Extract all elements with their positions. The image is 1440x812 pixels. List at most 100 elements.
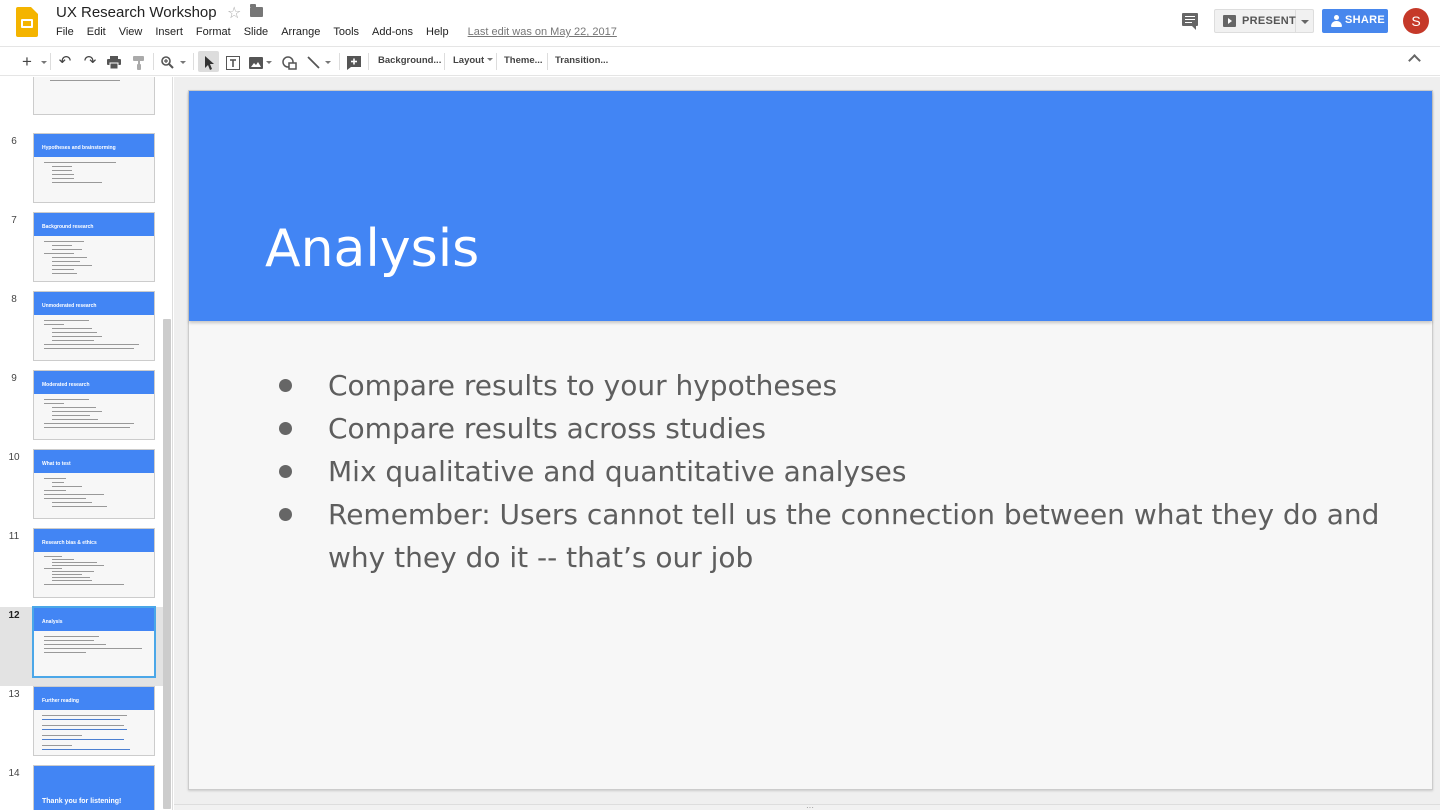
toolbar-divider xyxy=(153,53,154,70)
theme-button[interactable]: Theme... xyxy=(504,55,543,66)
shape-icon[interactable] xyxy=(279,51,299,72)
thumbnail-preview: What to test xyxy=(33,449,155,519)
comments-icon[interactable] xyxy=(1182,13,1198,30)
slide-number: 14 xyxy=(8,768,20,779)
thumbnail-preview: Analysis xyxy=(32,606,156,678)
slide-title-band: Analysis xyxy=(189,91,1432,321)
menu-edit[interactable]: Edit xyxy=(87,26,106,38)
menu-slide[interactable]: Slide xyxy=(244,26,268,38)
speaker-notes-handle[interactable]: ··· xyxy=(174,804,1440,812)
slide-thumbnail-8[interactable]: 8 Unmoderated research xyxy=(0,291,163,370)
thumbnail-preview: Further reading xyxy=(33,686,155,756)
slide-number: 7 xyxy=(11,215,17,226)
slide-number: 12 xyxy=(8,610,20,621)
share-button[interactable]: SHARE xyxy=(1322,9,1388,33)
new-slide-icon[interactable]: + xyxy=(18,51,36,72)
account-avatar[interactable]: S xyxy=(1403,8,1429,34)
menu-insert[interactable]: Insert xyxy=(155,26,183,38)
undo-icon[interactable]: ↶ xyxy=(55,51,75,72)
menu-help[interactable]: Help xyxy=(426,26,449,38)
background-button[interactable]: Background... xyxy=(378,55,441,66)
slides-logo-icon[interactable] xyxy=(16,7,38,37)
text-box-icon[interactable] xyxy=(223,51,243,72)
slide-canvas: Analysis Compare results to your hypothe… xyxy=(174,77,1440,810)
present-icon xyxy=(1223,15,1236,27)
image-dropdown[interactable] xyxy=(265,51,273,72)
present-label: PRESENT xyxy=(1242,15,1297,27)
menu-format[interactable]: Format xyxy=(196,26,231,38)
slide-title[interactable]: Analysis xyxy=(265,219,479,279)
slide-body[interactable]: Compare results to your hypotheses Compa… xyxy=(277,364,1387,579)
redo-icon[interactable]: ↷ xyxy=(80,51,100,72)
slide-thumbnail-6[interactable]: 6 Hypotheses and brainstorming xyxy=(0,133,163,212)
folder-icon[interactable] xyxy=(250,4,263,17)
filmstrip-scrollbar[interactable] xyxy=(163,319,171,809)
layout-button[interactable]: Layout xyxy=(453,55,493,66)
menu-view[interactable]: View xyxy=(119,26,143,38)
zoom-dropdown[interactable] xyxy=(178,51,188,72)
menu-addons[interactable]: Add-ons xyxy=(372,26,413,38)
line-dropdown[interactable] xyxy=(323,51,333,72)
bullet-item: Mix qualitative and quantitative analyse… xyxy=(277,450,1387,493)
slide-number: 11 xyxy=(8,531,20,542)
zoom-icon[interactable] xyxy=(158,51,176,72)
thumbnail-preview xyxy=(33,77,155,115)
share-label: SHARE xyxy=(1345,14,1386,26)
menu-bar: File Edit View Insert Format Slide Arran… xyxy=(56,26,617,38)
slide-thumbnail-10[interactable]: 10 What to test xyxy=(0,449,163,528)
image-icon[interactable] xyxy=(247,51,265,72)
comment-add-icon[interactable] xyxy=(344,51,364,72)
drag-handle-icon[interactable]: ··· xyxy=(806,804,814,812)
document-title[interactable]: UX Research Workshop xyxy=(56,4,217,21)
slide-number: 6 xyxy=(11,136,17,147)
paint-format-icon[interactable] xyxy=(129,51,149,72)
slide-number: 9 xyxy=(11,373,17,384)
toolbar-divider xyxy=(368,53,369,70)
collapse-icon[interactable] xyxy=(1408,54,1421,67)
toolbar-divider xyxy=(50,53,51,70)
slide-thumbnail-5[interactable] xyxy=(0,77,163,124)
menu-file[interactable]: File xyxy=(56,26,74,38)
present-dropdown-button[interactable] xyxy=(1296,9,1314,33)
thumbnail-title: Background research xyxy=(42,224,94,230)
slide-thumbnail-14[interactable]: 14 Thank you for listening! xyxy=(0,765,163,810)
slide-thumbnail-12[interactable]: 12 Analysis xyxy=(0,606,163,686)
select-icon[interactable] xyxy=(198,51,219,72)
slide-thumbnail-9[interactable]: 9 Moderated research xyxy=(0,370,163,449)
bullet-item: Compare results across studies xyxy=(277,407,1387,450)
slide-thumbnail-7[interactable]: 7 Background research xyxy=(0,212,163,291)
layout-label: Layout xyxy=(453,55,485,66)
slide-number: 13 xyxy=(8,689,20,700)
toolbar-divider xyxy=(496,53,497,70)
thumbnail-title: Thank you for listening! xyxy=(42,798,122,805)
thumbnail-title: Analysis xyxy=(42,619,63,625)
thumbnail-preview: Moderated research xyxy=(33,370,155,440)
star-icon[interactable]: ☆ xyxy=(227,3,241,23)
bullet-item: Remember: Users cannot tell us the conne… xyxy=(277,493,1387,579)
current-slide[interactable]: Analysis Compare results to your hypothe… xyxy=(188,90,1433,790)
thumbnail-title: Unmoderated research xyxy=(42,303,97,309)
toolbar-divider xyxy=(339,53,340,70)
thumbnail-preview: Background research xyxy=(33,212,155,282)
present-button[interactable]: PRESENT xyxy=(1214,9,1296,33)
thumbnail-preview: Unmoderated research xyxy=(33,291,155,361)
slide-number: 8 xyxy=(11,294,17,305)
menu-arrange[interactable]: Arrange xyxy=(281,26,320,38)
toolbar-divider xyxy=(193,53,194,70)
thumbnail-preview: Research bias & ethics xyxy=(33,528,155,598)
slide-filmstrip[interactable]: 6 Hypotheses and brainstorming 7 Backgro… xyxy=(0,77,173,810)
transition-button[interactable]: Transition... xyxy=(555,55,608,66)
slide-thumbnail-11[interactable]: 11 Research bias & ethics xyxy=(0,528,163,607)
print-icon[interactable] xyxy=(104,51,124,72)
toolbar-divider xyxy=(444,53,445,70)
thumbnail-title: Hypotheses and brainstorming xyxy=(42,145,116,151)
bullet-item: Compare results to your hypotheses xyxy=(277,364,1387,407)
line-icon[interactable] xyxy=(304,51,322,72)
new-slide-dropdown[interactable] xyxy=(39,51,49,72)
thumbnail-preview: Thank you for listening! xyxy=(33,765,155,810)
chevron-down-icon xyxy=(486,58,493,61)
slide-number: 10 xyxy=(8,452,20,463)
menu-tools[interactable]: Tools xyxy=(333,26,359,38)
slide-thumbnail-13[interactable]: 13 Further reading xyxy=(0,686,163,765)
last-edit-link[interactable]: Last edit was on May 22, 2017 xyxy=(468,26,617,38)
